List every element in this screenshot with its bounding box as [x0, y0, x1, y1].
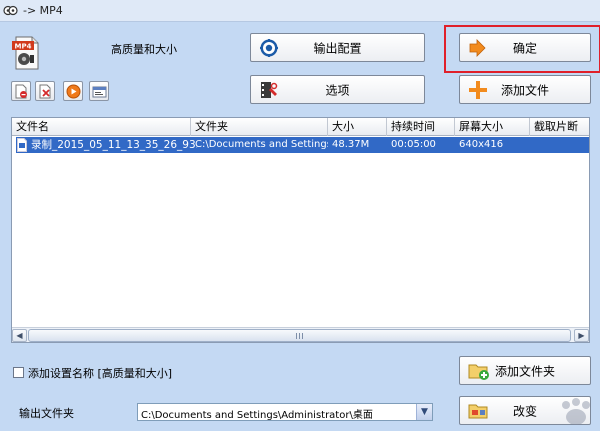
media-info-button[interactable] — [89, 81, 109, 101]
play-button[interactable] — [63, 81, 83, 101]
add-setting-checkbox[interactable] — [13, 367, 24, 378]
output-folder-label: 输出文件夹 — [19, 407, 74, 420]
watermark-logo — [562, 398, 590, 425]
cell-clip — [530, 137, 589, 153]
scroll-left-button[interactable]: ◀ — [12, 329, 27, 342]
video-file-icon — [17, 138, 27, 152]
add-file-label: 添加文件 — [500, 83, 549, 97]
mp4-file-icon: MP4 — [12, 36, 39, 70]
window-title: -> MP4 — [23, 4, 63, 17]
column-header-folder[interactable]: 文件夹 — [191, 118, 328, 136]
column-header-screen-size[interactable]: 屏幕大小 — [455, 118, 530, 136]
file-list-table[interactable]: 文件名 文件夹 大小 持续时间 屏幕大小 截取片断 录制_2015_05_11_… — [11, 117, 590, 343]
add-file-button[interactable]: 添加文件 — [459, 75, 591, 104]
options-button[interactable]: 选项 — [250, 75, 425, 104]
scroll-right-button[interactable]: ▶ — [574, 329, 589, 342]
cell-size: 48.37M — [332, 139, 370, 150]
ok-button[interactable]: 确定 — [459, 33, 591, 62]
clear-list-button[interactable] — [35, 81, 55, 101]
horizontal-scrollbar[interactable]: ◀ ▶ — [12, 327, 589, 342]
table-row[interactable]: 录制_2015_05_11_13_35_26_93.mp4 C:\Documen… — [16, 137, 589, 153]
add-folder-button[interactable]: 添加文件夹 — [459, 356, 591, 385]
cell-duration: 00:05:00 — [391, 139, 436, 150]
column-header-clip[interactable]: 截取片断 — [530, 118, 589, 136]
mp4-badge: MP4 — [15, 43, 32, 51]
options-label: 选项 — [325, 83, 350, 97]
clear-list-icon — [39, 84, 51, 99]
cell-screen-size: 640x416 — [459, 139, 504, 150]
output-folder-select[interactable]: C:\Documents and Settings\Administrator\… — [137, 403, 433, 421]
title-bar: -> MP4 — [0, 0, 600, 22]
remove-file-button[interactable] — [11, 81, 31, 101]
cell-filename: 录制_2015_05_11_13_35_26_93.mp4 — [31, 139, 197, 151]
play-icon — [66, 84, 81, 99]
add-folder-label: 添加文件夹 — [494, 364, 555, 378]
column-header-duration[interactable]: 持续时间 — [387, 118, 455, 136]
media-info-icon — [92, 86, 107, 98]
output-config-label: 输出配置 — [313, 41, 362, 55]
app-icon — [3, 5, 18, 16]
quality-label: 高质量和大小 — [111, 43, 177, 56]
scroll-thumb[interactable] — [28, 329, 571, 342]
cell-folder: C:\Documents and Settings\... — [195, 139, 328, 150]
table-header: 文件名 文件夹 大小 持续时间 屏幕大小 截取片断 — [12, 118, 589, 136]
column-header-size[interactable]: 大小 — [328, 118, 387, 136]
add-setting-checkbox-label: 添加设置名称 [高质量和大小] — [28, 367, 173, 380]
output-config-button[interactable]: 输出配置 — [250, 33, 425, 62]
output-folder-value: C:\Documents and Settings\Administrator\… — [141, 410, 373, 421]
ok-label: 确定 — [512, 41, 537, 55]
remove-file-icon — [15, 84, 27, 99]
chevron-down-icon[interactable]: ▼ — [416, 404, 432, 420]
column-header-filename[interactable]: 文件名 — [12, 118, 191, 136]
